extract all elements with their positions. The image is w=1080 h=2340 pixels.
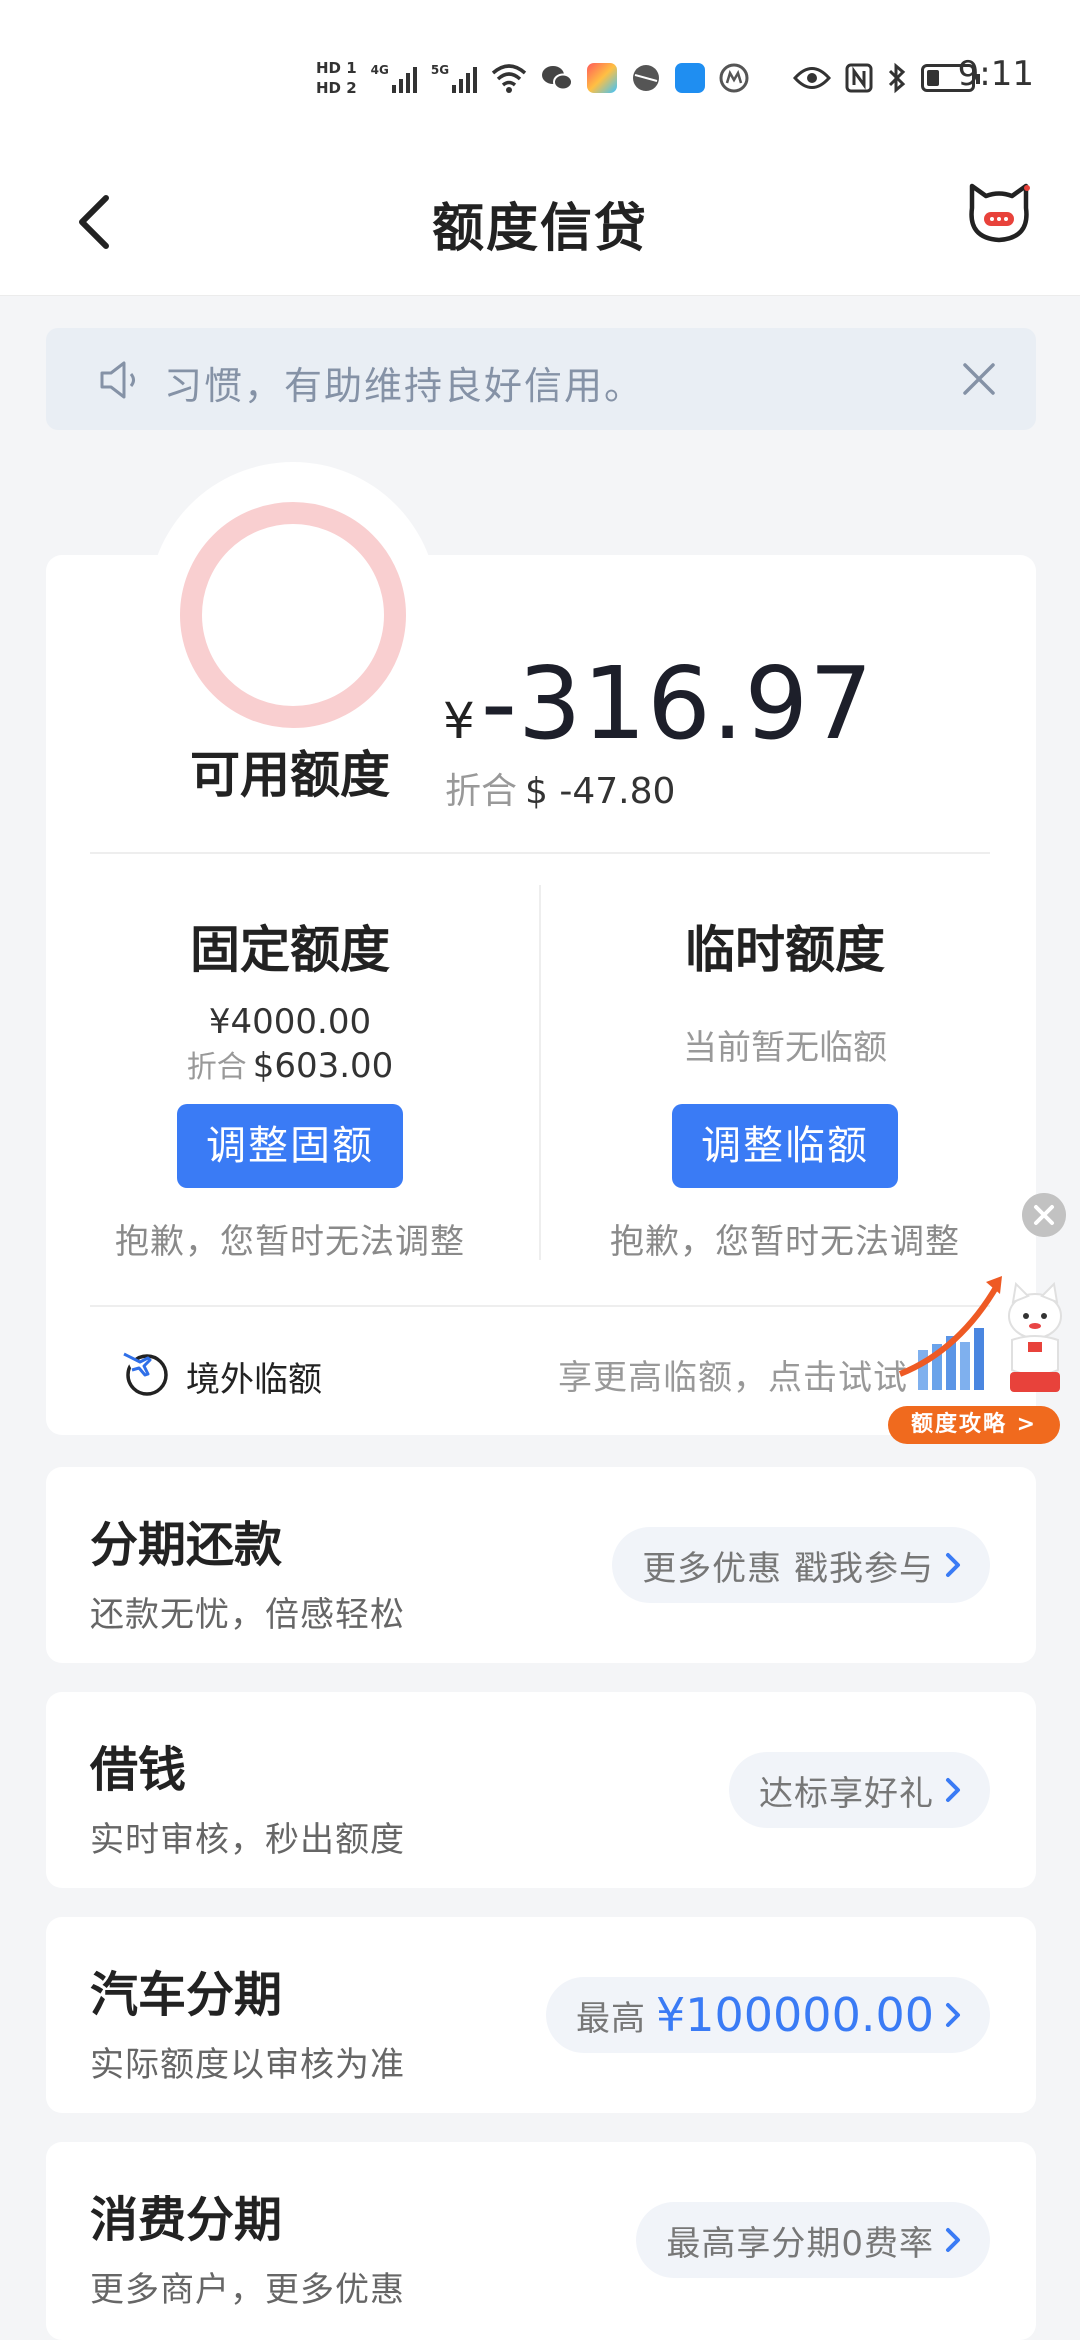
nfc-icon <box>845 63 873 93</box>
fixed-credit-note: 抱歉，您暂时无法调整 <box>115 1222 465 1262</box>
overseas-temp-credit-tip[interactable]: 享更高临额，点击试试 <box>558 1350 908 1399</box>
credit-ring-gauge <box>180 502 406 728</box>
promo-close-icon[interactable] <box>1022 1193 1066 1237</box>
fixed-converted-label: 折合 <box>186 1050 247 1085</box>
chevron-right-icon <box>946 2228 960 2252</box>
item-promo-pill[interactable]: 最高 ¥100000.00 <box>545 1977 990 2053</box>
overseas-plane-icon[interactable] <box>120 1348 170 1398</box>
item-subtitle: 还款无忧，倍感轻松 <box>90 1595 405 1635</box>
chevron-right-icon <box>946 1553 960 1577</box>
bluetooth-icon <box>889 62 906 94</box>
item-promo-pill[interactable]: 更多优惠 戳我参与 <box>612 1527 990 1603</box>
pill-prefix: 最高 <box>575 1998 646 2039</box>
wifi-icon <box>491 64 527 93</box>
temp-credit-status: 当前暂无临额 <box>683 1028 887 1068</box>
item-title: 消费分期 <box>90 2192 283 2248</box>
converted-label: 折合 <box>445 771 518 812</box>
pill-text: 更多优惠 戳我参与 <box>642 1548 934 1589</box>
notice-text: 习惯，有助维持良好信用。 <box>164 364 645 408</box>
promo-mascot-icon[interactable] <box>880 1270 1080 1400</box>
item-subtitle: 更多商户，更多优惠 <box>90 2270 405 2310</box>
speaker-icon <box>100 361 135 399</box>
fixed-credit-section: 固定额度 ¥4000.00 折合 $603.00 调整固额 抱歉，您暂时无法调整 <box>70 910 510 1263</box>
app-u-icon <box>675 63 706 93</box>
page-title: 额度信贷 <box>431 199 648 259</box>
pill-text: 最高享分期0费率 <box>666 2223 934 2264</box>
item-subtitle: 实时审核，秒出额度 <box>90 1820 405 1860</box>
available-credit-converted: 折合 $ -47.80 <box>445 762 675 814</box>
list-item-consumer-installment[interactable]: 消费分期 更多商户，更多优惠 最高享分期0费率 <box>46 2142 1036 2340</box>
hd-indicator: HD 1 HD 2 <box>316 58 357 98</box>
list-item-car-installment[interactable]: 汽车分期 实际额度以审核为准 最高 ¥100000.00 <box>46 1917 1036 2113</box>
nav-header: 额度信贷 <box>0 150 1080 296</box>
app-ball-icon <box>633 65 660 91</box>
hd2-label: HD 2 <box>316 79 357 97</box>
fixed-credit-converted: 折合 $603.00 <box>70 1042 510 1086</box>
item-title: 汽车分期 <box>90 1967 283 2023</box>
divider-2 <box>90 1305 990 1307</box>
customer-service-cat-icon[interactable] <box>964 178 1034 248</box>
available-credit-value: -316.97 <box>480 645 874 762</box>
signal-icon: 4G <box>371 63 417 93</box>
fixed-converted-value: $603.00 <box>252 1046 394 1086</box>
item-promo-pill[interactable]: 达标享好礼 <box>729 1752 990 1828</box>
temp-credit-title: 临时额度 <box>685 921 885 979</box>
available-credit-label: 可用额度 <box>190 746 390 804</box>
network-type-1: 4G <box>370 63 389 77</box>
chevron-right-icon <box>946 2003 960 2027</box>
wechat-icon <box>542 66 574 91</box>
temp-credit-note: 抱歉，您暂时无法调整 <box>610 1222 960 1262</box>
item-promo-pill[interactable]: 最高享分期0费率 <box>636 2202 990 2278</box>
fixed-credit-title: 固定额度 <box>190 921 390 979</box>
network-type-2: 5G <box>430 63 450 77</box>
adjust-temp-credit-button[interactable]: 调整临额 <box>672 1104 898 1188</box>
available-credit-amount: ¥ -316.97 <box>443 645 874 762</box>
divider <box>90 852 990 854</box>
converted-value: $ -47.80 <box>525 771 676 812</box>
close-icon[interactable] <box>960 360 998 398</box>
eye-icon <box>793 67 832 89</box>
status-icons: HD 1 HD 2 4G 5G <box>316 50 981 106</box>
column-divider <box>539 885 541 1260</box>
notice-banner: 习惯，有助维持良好信用。 <box>46 328 1036 430</box>
pill-text: 达标享好礼 <box>759 1773 934 1814</box>
status-time: 9:11 <box>957 54 1034 94</box>
chevron-right-icon <box>946 1778 960 1802</box>
fixed-credit-amount: ¥4000.00 <box>208 1002 372 1042</box>
temp-credit-section: 临时额度 当前暂无临额 调整临额 抱歉，您暂时无法调整 <box>565 910 1005 1263</box>
app-notification-icon <box>587 63 618 93</box>
pill-amount: ¥100000.00 <box>655 1988 934 2042</box>
item-title: 分期还款 <box>90 1517 283 1573</box>
hd1-label: HD 1 <box>316 59 357 77</box>
currency-symbol: ¥ <box>443 692 475 750</box>
overseas-temp-credit-label[interactable]: 境外临额 <box>186 1352 322 1401</box>
item-subtitle: 实际额度以审核为准 <box>90 2045 405 2085</box>
item-title: 借钱 <box>90 1742 187 1798</box>
list-item-borrow[interactable]: 借钱 实时审核，秒出额度 达标享好礼 <box>46 1692 1036 1888</box>
list-item-installment-repay[interactable]: 分期还款 还款无忧，倍感轻松 更多优惠 戳我参与 <box>46 1467 1036 1663</box>
credit-guide-badge[interactable]: 额度攻略 > <box>888 1406 1060 1444</box>
signal-icon-2: 5G <box>430 63 478 93</box>
app-m-icon <box>719 63 749 93</box>
adjust-fixed-credit-button[interactable]: 调整固额 <box>177 1104 403 1188</box>
status-bar: HD 1 HD 2 4G 5G 9:11 <box>0 0 1080 150</box>
